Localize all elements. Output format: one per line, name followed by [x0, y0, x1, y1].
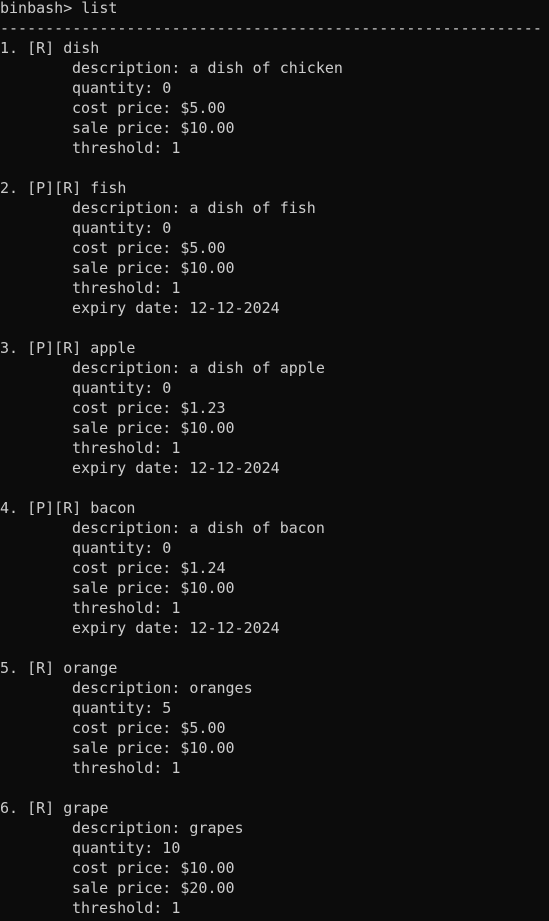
item-field: quantity: 0 [72, 79, 172, 97]
list-item: 3. [P][R] apple description: a dish of ap… [0, 338, 549, 498]
item-header: 5. [R] orange [0, 659, 118, 677]
item-field: description: a dish of chicken [72, 59, 343, 77]
item-field: sale price: $10.00 [72, 259, 235, 277]
item-field: threshold: 1 [72, 279, 181, 297]
list-item: 2. [P][R] fish description: a dish of fis… [0, 178, 549, 338]
list-item: 6. [R] grape description: grapes quantity:… [0, 798, 549, 918]
item-field: description: a dish of apple [72, 359, 325, 377]
item-list: 1. [R] dish description: a dish of chicke… [0, 38, 549, 918]
list-item: 1. [R] dish description: a dish of chicke… [0, 38, 549, 178]
item-field: description: a dish of bacon [72, 519, 325, 537]
item-field: quantity: 0 [72, 539, 172, 557]
item-header: 2. [P][R] fish [0, 179, 127, 197]
item-field: description: a dish of fish [72, 199, 316, 217]
item-field: description: oranges [72, 679, 253, 697]
item-field: expiry date: 12-12-2024 [72, 459, 280, 477]
item-field: description: grapes [72, 819, 244, 837]
item-header: 6. [R] grape [0, 799, 109, 817]
item-field: expiry date: 12-12-2024 [72, 299, 280, 317]
item-field: cost price: $5.00 [72, 719, 226, 737]
item-field: quantity: 0 [72, 219, 172, 237]
item-field: cost price: $1.23 [72, 399, 226, 417]
item-field: quantity: 10 [72, 839, 181, 857]
item-field: cost price: $5.00 [72, 99, 226, 117]
item-field: sale price: $20.00 [72, 879, 235, 897]
item-field: quantity: 5 [72, 699, 172, 717]
item-field: threshold: 1 [72, 439, 181, 457]
list-item: 4. [P][R] bacon description: a dish of ba… [0, 498, 549, 658]
item-field: threshold: 1 [72, 599, 181, 617]
item-field: threshold: 1 [72, 899, 181, 917]
item-field: sale price: $10.00 [72, 419, 235, 437]
command-prompt: binbash> list [0, 0, 118, 17]
item-header: 1. [R] dish [0, 39, 100, 57]
item-field: expiry date: 12-12-2024 [72, 619, 280, 637]
item-header: 4. [P][R] bacon [0, 499, 136, 517]
item-field: cost price: $5.00 [72, 239, 226, 257]
item-header: 3. [P][R] apple [0, 339, 136, 357]
item-field: sale price: $10.00 [72, 119, 235, 137]
item-field: sale price: $10.00 [72, 739, 235, 757]
item-field: cost price: $10.00 [72, 859, 235, 877]
item-field: sale price: $10.00 [72, 579, 235, 597]
separator-line: ----------------------------------------… [0, 19, 542, 37]
item-field: cost price: $1.24 [72, 559, 226, 577]
item-field: threshold: 1 [72, 139, 181, 157]
list-item: 5. [R] orange description: oranges quantit… [0, 658, 549, 798]
item-field: quantity: 0 [72, 379, 172, 397]
item-field: threshold: 1 [72, 759, 181, 777]
terminal-output: binbash> list --------------------------… [0, 0, 549, 921]
